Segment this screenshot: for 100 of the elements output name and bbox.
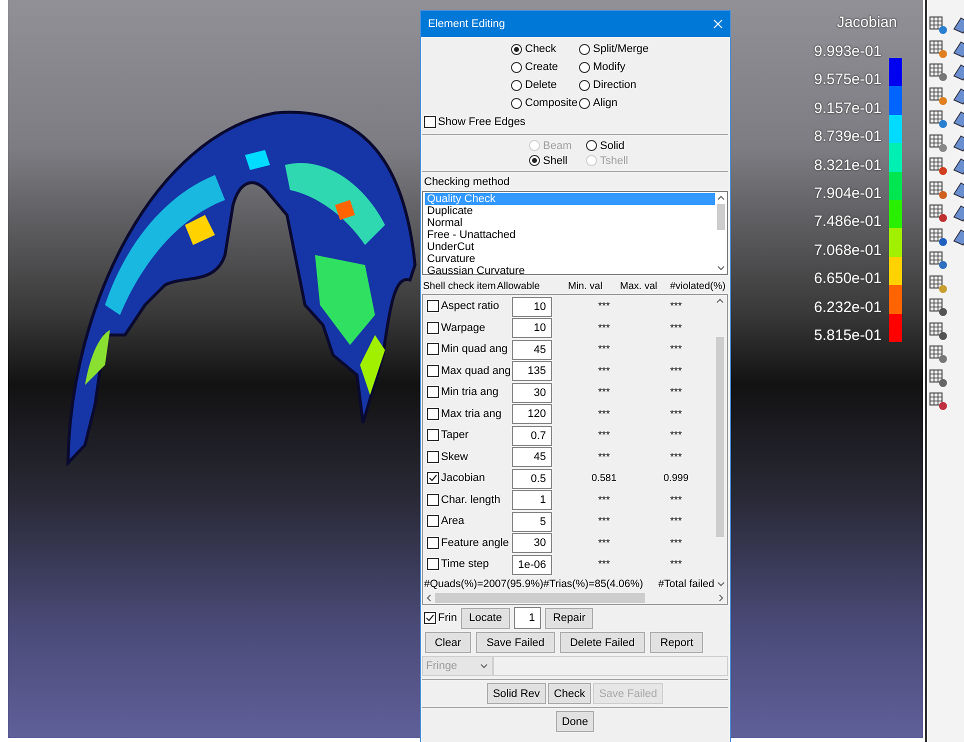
checkmark-icon [428, 473, 438, 484]
allowable-field[interactable]: 10 [512, 296, 552, 317]
allowable-field[interactable]: 135 [512, 361, 552, 382]
checkmark-icon [425, 613, 435, 623]
table-cell-text: *** [669, 408, 683, 420]
repair-button[interactable]: Repair [544, 608, 594, 628]
action-button[interactable]: Delete Failed [560, 632, 645, 653]
table-cell-text: *** [669, 538, 683, 549]
radio-button[interactable]: Create [511, 58, 579, 76]
table-cell-text: *** [669, 387, 683, 398]
done-button[interactable]: Done [556, 711, 594, 732]
scroll-thumb[interactable] [717, 204, 725, 230]
legend-label: 8.321e-01 [813, 156, 882, 176]
summary-text: #Trias(%)=85(4.06%) [543, 578, 644, 590]
legend-label: 8.739e-01 [813, 127, 882, 148]
table-cell-text: *** [597, 559, 611, 570]
column-header: Allowable [497, 281, 541, 292]
radio-button[interactable]: Shell [529, 153, 586, 168]
table-cell-text: *** [669, 430, 683, 442]
checkbox[interactable]: Jacobian [427, 470, 486, 486]
checkbox[interactable]: Char. length [427, 492, 500, 508]
action-button[interactable]: Save Failed [476, 632, 555, 653]
table-cell-text: *** [597, 516, 611, 528]
action-button[interactable]: Clear [424, 632, 472, 653]
list-item[interactable]: Free - Unattached [425, 229, 715, 241]
checkbox[interactable]: Time step [427, 556, 489, 572]
radio-button[interactable]: Check [511, 40, 579, 58]
radio-button[interactable]: Modify [579, 58, 728, 76]
allowable-field[interactable]: 0.5 [512, 468, 552, 489]
radio-button[interactable]: Align [579, 94, 728, 112]
scroll-thumb[interactable] [716, 337, 724, 537]
checkbox[interactable]: Max quad ang [427, 362, 511, 379]
checkbox[interactable]: Show Free Edges [424, 114, 526, 130]
section-label: Checking method [423, 175, 511, 189]
summary-text: #Quads(%)=2007(95.9%) [423, 578, 544, 590]
allowable-field[interactable]: 45 [512, 447, 552, 468]
column-header: Max. val [620, 281, 658, 292]
checkbox[interactable]: Min tria ang [427, 384, 498, 400]
table-cell-text: *** [597, 301, 611, 312]
table-cell-text: *** [669, 322, 683, 334]
radio-button[interactable]: Direction [579, 76, 728, 94]
allowable-field[interactable]: 120 [512, 404, 552, 424]
table-cell-text: *** [597, 452, 611, 463]
legend-label: 7.068e-01 [813, 240, 882, 261]
allowable-field[interactable]: 10 [512, 318, 552, 338]
checkbox[interactable]: Max tria ang [427, 406, 502, 422]
table-cell-text: *** [669, 366, 683, 377]
locate-button[interactable]: Locate [460, 608, 510, 628]
allowable-field[interactable]: 1 [512, 490, 552, 510]
table-cell-text: *** [597, 494, 611, 506]
table-cell-text: *** [669, 494, 683, 506]
checkbox[interactable]: Warpage [427, 320, 486, 336]
allowable-field[interactable]: 1e-06 [512, 554, 552, 575]
allowable-field[interactable]: 30 [512, 382, 552, 403]
column-header: #violated(%) [670, 281, 726, 292]
bottom-button[interactable]: Check [548, 683, 592, 704]
radio-button[interactable]: Composite [511, 94, 579, 112]
checkbox[interactable]: Taper [427, 427, 469, 444]
table-cell-text: *** [669, 452, 683, 463]
legend-label: 7.486e-01 [813, 212, 882, 232]
allowable-field[interactable]: 45 [512, 340, 552, 360]
table-cell-text: *** [597, 408, 611, 420]
checkbox[interactable]: Feature angle [427, 534, 509, 551]
allowable-field[interactable]: 5 [512, 512, 552, 532]
checkbox[interactable]: Skew [427, 448, 468, 465]
table-cell-text: *** [597, 344, 611, 356]
table-cell-text: *** [597, 387, 611, 398]
radio-button[interactable]: Split/Merge [579, 40, 728, 58]
allowable-field[interactable]: 0.7 [512, 426, 552, 446]
legend-title: Jacobian [836, 14, 898, 33]
table-cell-text: *** [597, 538, 611, 549]
checkbox[interactable]: Frin [424, 610, 457, 626]
table-cell-text: *** [669, 559, 683, 570]
list-item[interactable]: Gaussian Curvature [425, 265, 715, 277]
checkbox[interactable]: Min quad ang [427, 341, 508, 358]
table-cell-text: *** [669, 516, 683, 528]
close-icon[interactable] [713, 19, 723, 29]
list-item[interactable]: Duplicate [425, 205, 715, 217]
table-cell-text: *** [597, 322, 611, 334]
column-header: Shell check item [422, 281, 497, 292]
index-field[interactable]: 1 [514, 607, 541, 629]
table-cell-text: *** [669, 344, 683, 356]
list-item[interactable]: UnderCut [425, 241, 715, 253]
table-cell-text: *** [597, 430, 611, 442]
window-title: Element Editing [428, 18, 506, 30]
legend-label: 7.904e-01 [813, 184, 882, 204]
legend-label: 6.232e-01 [813, 298, 882, 318]
allowable-field[interactable]: 30 [512, 533, 552, 554]
radio-button[interactable]: Solid [586, 138, 728, 153]
bottom-button[interactable]: Solid Rev [486, 683, 546, 704]
checkbox[interactable]: Aspect ratio [427, 298, 500, 314]
list-item[interactable]: Curvature [425, 253, 715, 265]
text-field[interactable] [493, 656, 728, 676]
scroll-thumb[interactable] [435, 592, 645, 602]
radio-button[interactable]: Delete [511, 76, 579, 94]
legend-label: 9.575e-01 [813, 70, 882, 90]
checkbox[interactable]: Area [427, 513, 464, 530]
summary-text: #Total failed [658, 578, 714, 590]
action-button[interactable]: Report [650, 632, 704, 653]
list-item[interactable]: Normal [425, 217, 715, 229]
